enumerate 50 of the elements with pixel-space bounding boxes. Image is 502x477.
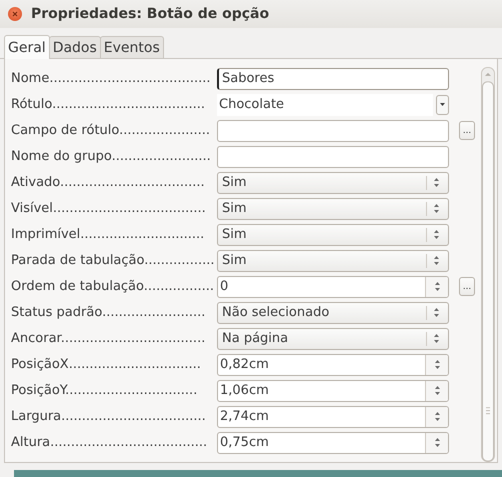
spin-field[interactable]: 0,82cm xyxy=(217,354,449,376)
spin-field[interactable]: 0,75cm xyxy=(217,432,449,454)
property-label: Ordem de tabulação................. xyxy=(11,279,215,294)
spin-field[interactable]: 1,06cm xyxy=(217,380,449,402)
spin-arrows-icon xyxy=(433,177,440,188)
spin-arrows-icon xyxy=(434,437,440,448)
property-label: Altura...................................... xyxy=(11,435,208,450)
spin-arrows-icon xyxy=(434,359,440,370)
close-icon xyxy=(12,11,18,17)
spin-arrows-icon xyxy=(434,281,440,292)
scrollbar[interactable] xyxy=(481,67,495,462)
more-button[interactable]: ... xyxy=(459,277,475,296)
property-label: Rótulo..................................... xyxy=(11,97,206,112)
select-field[interactable]: Sim xyxy=(217,250,449,272)
property-label: Visível..................................... xyxy=(11,201,207,216)
close-button[interactable] xyxy=(8,7,22,21)
property-label: PosiçãoY................................ xyxy=(11,383,198,398)
text-field[interactable] xyxy=(217,120,449,142)
spin-field[interactable]: 0 xyxy=(217,276,449,298)
dropdown-arrow-icon xyxy=(440,103,445,106)
property-label: Parada de tabulação................. xyxy=(11,253,216,268)
select-field[interactable]: Não selecionado xyxy=(217,302,449,324)
property-label: Ativado................................... xyxy=(11,175,206,190)
select-field[interactable]: Sim xyxy=(217,224,449,246)
select-field[interactable]: Sim xyxy=(217,172,449,194)
tab[interactable]: Dados xyxy=(48,36,101,58)
spin-arrows-icon xyxy=(434,411,440,422)
property-label: Nome do grupo........................ xyxy=(11,149,212,164)
property-label: Imprimível.............................. xyxy=(11,227,206,242)
select-field[interactable]: Sim xyxy=(217,198,449,220)
window-title: Propriedades: Botão de opção xyxy=(31,6,270,22)
property-label: PosiçãoX................................ xyxy=(11,357,202,372)
spin-field[interactable]: 2,74cm xyxy=(217,406,449,428)
tab[interactable]: Geral xyxy=(4,35,50,59)
text-field[interactable]: Sabores xyxy=(217,68,449,90)
spin-arrows-icon xyxy=(433,203,440,214)
property-label: Largura................................... xyxy=(11,409,207,424)
text-field[interactable] xyxy=(217,146,449,168)
spin-arrows-icon xyxy=(433,255,440,266)
property-label: Status padrão......................... xyxy=(11,305,206,320)
spin-arrows-icon xyxy=(433,333,440,344)
select-field[interactable]: Na página xyxy=(217,328,449,350)
tab[interactable]: Eventos xyxy=(100,36,164,58)
spin-arrows-icon xyxy=(433,229,440,240)
property-label: Campo de rótulo...................... xyxy=(11,123,212,138)
property-label: Nome....................................... xyxy=(11,71,212,86)
more-button[interactable]: ... xyxy=(459,121,475,140)
spin-arrows-icon xyxy=(434,385,440,396)
spin-arrows-icon xyxy=(433,307,440,318)
property-label: Ancorar................................... xyxy=(11,331,206,346)
